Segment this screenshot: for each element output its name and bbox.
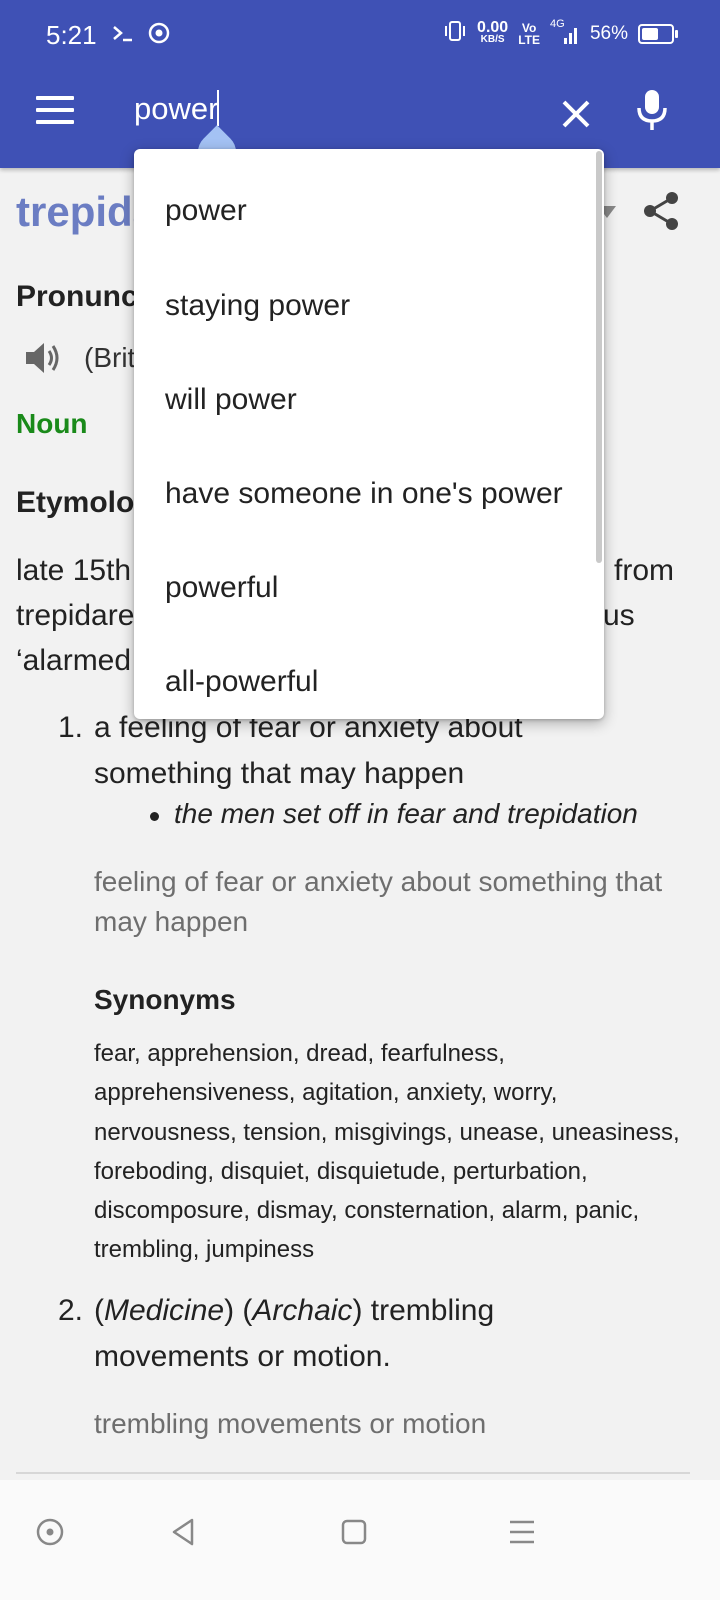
scrollbar[interactable]	[596, 151, 602, 563]
battery-percent: 56%	[589, 22, 628, 44]
clear-icon[interactable]	[556, 94, 596, 134]
share-icon[interactable]	[640, 190, 682, 232]
sense-example: the men set off in fear and trepidation	[174, 798, 638, 829]
net-speed: 0.00 KB/S	[477, 18, 509, 45]
text-cursor	[217, 90, 219, 126]
sense-number: 2.	[58, 1294, 84, 1327]
divider	[16, 1472, 690, 1474]
suggestion-item[interactable]: staying power	[165, 281, 585, 331]
assistant-button[interactable]	[30, 1512, 70, 1552]
status-bar: 5:21 0.00 KB/S Vo LTE 4G 56%	[0, 0, 720, 72]
recents-menu-button[interactable]	[502, 1512, 542, 1552]
search-input[interactable]	[134, 86, 534, 132]
pronunciation-heading: Pronunc	[16, 280, 138, 313]
terminal-icon	[112, 23, 134, 49]
sense-gloss: feeling of fear or anxiety about somethi…	[94, 866, 663, 937]
back-button[interactable]	[164, 1512, 204, 1552]
sense-definition: (Medicine) (Archaic) trembling movements…	[94, 1294, 495, 1373]
suggestion-item[interactable]: will power	[165, 375, 585, 425]
chrome-icon	[148, 22, 170, 50]
status-left-icons	[112, 22, 170, 50]
example-bullet	[150, 812, 159, 821]
status-right-icons: 0.00 KB/S Vo LTE 4G 56%	[443, 18, 678, 47]
sense-label: Archaic	[252, 1294, 353, 1327]
suggestions-dropdown: power staying power will power have some…	[134, 149, 604, 719]
menu-icon[interactable]	[36, 96, 74, 124]
volte-indicator: Vo LTE	[518, 20, 540, 47]
microphone-icon[interactable]	[632, 88, 672, 132]
suggestion-item[interactable]: have someone in one's power	[165, 469, 585, 519]
synonyms-list: fear, apprehension, dread, fearfulness, …	[94, 1040, 680, 1264]
system-nav-bar	[0, 1480, 720, 1600]
sense-label: Medicine	[104, 1294, 225, 1327]
synonyms-heading: Synonyms	[94, 984, 236, 1015]
status-time: 5:21	[46, 20, 97, 50]
suggestion-item[interactable]: all-powerful	[165, 657, 585, 707]
app-bar: 5:21 0.00 KB/S Vo LTE 4G 56% power	[0, 0, 720, 179]
part-of-speech: Noun	[16, 408, 88, 439]
vibrate-icon	[443, 20, 467, 47]
sense-2: 2. (Medicine) (Archaic) trembling moveme…	[58, 1288, 698, 1380]
sense-gloss: trembling movements or motion	[94, 1408, 487, 1439]
home-button[interactable]	[334, 1512, 374, 1552]
speaker-icon[interactable]	[24, 340, 66, 376]
suggestion-item[interactable]: powerful	[165, 563, 585, 613]
pronunciation-text: (Brit	[84, 342, 136, 373]
signal-icon: 4G	[550, 18, 580, 46]
etymology-heading: Etymolo	[16, 486, 135, 519]
suggestion-item[interactable]: power	[165, 186, 585, 236]
battery-icon	[638, 23, 678, 44]
sense-number: 1.	[58, 711, 84, 744]
